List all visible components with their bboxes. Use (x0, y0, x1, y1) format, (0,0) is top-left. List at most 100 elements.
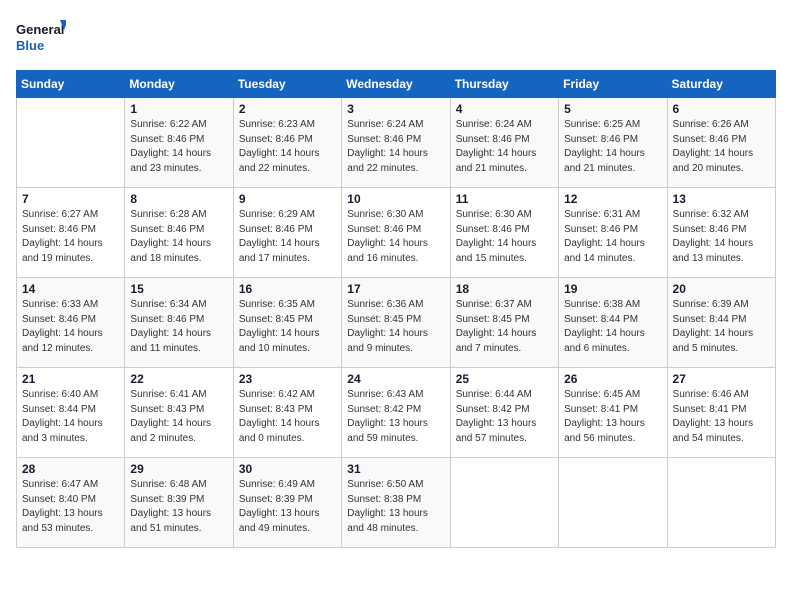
day-info: Sunrise: 6:22 AM Sunset: 8:46 PM Dayligh… (130, 118, 227, 176)
day-number: 3 (347, 102, 444, 116)
calendar-cell (667, 458, 775, 548)
day-info: Sunrise: 6:43 AM Sunset: 8:42 PM Dayligh… (347, 388, 444, 446)
col-header-thursday: Thursday (450, 71, 558, 98)
day-info: Sunrise: 6:27 AM Sunset: 8:46 PM Dayligh… (22, 208, 119, 266)
svg-text:Blue: Blue (16, 38, 44, 53)
day-number: 21 (22, 372, 119, 386)
calendar-cell: 23 Sunrise: 6:42 AM Sunset: 8:43 PM Dayli… (233, 368, 341, 458)
day-info: Sunrise: 6:47 AM Sunset: 8:40 PM Dayligh… (22, 478, 119, 536)
day-info: Sunrise: 6:50 AM Sunset: 8:38 PM Dayligh… (347, 478, 444, 536)
day-number: 24 (347, 372, 444, 386)
day-number: 30 (239, 462, 336, 476)
day-info: Sunrise: 6:42 AM Sunset: 8:43 PM Dayligh… (239, 388, 336, 446)
day-number: 7 (22, 192, 119, 206)
col-header-friday: Friday (559, 71, 667, 98)
day-number: 9 (239, 192, 336, 206)
day-number: 16 (239, 282, 336, 296)
day-number: 13 (673, 192, 770, 206)
col-header-wednesday: Wednesday (342, 71, 450, 98)
day-number: 18 (456, 282, 553, 296)
calendar-cell: 14 Sunrise: 6:33 AM Sunset: 8:46 PM Dayli… (17, 278, 125, 368)
calendar-cell: 9 Sunrise: 6:29 AM Sunset: 8:46 PM Daylig… (233, 188, 341, 278)
day-number: 10 (347, 192, 444, 206)
day-number: 15 (130, 282, 227, 296)
calendar-cell (559, 458, 667, 548)
day-number: 25 (456, 372, 553, 386)
day-info: Sunrise: 6:25 AM Sunset: 8:46 PM Dayligh… (564, 118, 661, 176)
day-info: Sunrise: 6:28 AM Sunset: 8:46 PM Dayligh… (130, 208, 227, 266)
svg-text:General: General (16, 22, 64, 37)
day-info: Sunrise: 6:24 AM Sunset: 8:46 PM Dayligh… (456, 118, 553, 176)
day-number: 31 (347, 462, 444, 476)
calendar-cell: 2 Sunrise: 6:23 AM Sunset: 8:46 PM Daylig… (233, 98, 341, 188)
day-number: 20 (673, 282, 770, 296)
day-info: Sunrise: 6:33 AM Sunset: 8:46 PM Dayligh… (22, 298, 119, 356)
day-number: 28 (22, 462, 119, 476)
calendar-cell: 28 Sunrise: 6:47 AM Sunset: 8:40 PM Dayli… (17, 458, 125, 548)
day-info: Sunrise: 6:29 AM Sunset: 8:46 PM Dayligh… (239, 208, 336, 266)
day-number: 6 (673, 102, 770, 116)
day-info: Sunrise: 6:48 AM Sunset: 8:39 PM Dayligh… (130, 478, 227, 536)
calendar-table: SundayMondayTuesdayWednesdayThursdayFrid… (16, 70, 776, 548)
day-number: 8 (130, 192, 227, 206)
day-info: Sunrise: 6:35 AM Sunset: 8:45 PM Dayligh… (239, 298, 336, 356)
calendar-cell: 26Sunrise: 6:45 AM Sunset: 8:41 PM Dayli… (559, 368, 667, 458)
day-number: 19 (564, 282, 661, 296)
calendar-cell: 16 Sunrise: 6:35 AM Sunset: 8:45 PM Dayli… (233, 278, 341, 368)
day-info: Sunrise: 6:24 AM Sunset: 8:46 PM Dayligh… (347, 118, 444, 176)
calendar-cell: 18 Sunrise: 6:37 AM Sunset: 8:45 PM Dayli… (450, 278, 558, 368)
calendar-cell: 24 Sunrise: 6:43 AM Sunset: 8:42 PM Dayli… (342, 368, 450, 458)
col-header-monday: Monday (125, 71, 233, 98)
day-info: Sunrise: 6:23 AM Sunset: 8:46 PM Dayligh… (239, 118, 336, 176)
calendar-cell: 31 Sunrise: 6:50 AM Sunset: 8:38 PM Dayli… (342, 458, 450, 548)
day-number: 22 (130, 372, 227, 386)
day-number: 4 (456, 102, 553, 116)
calendar-cell: 1 Sunrise: 6:22 AM Sunset: 8:46 PM Daylig… (125, 98, 233, 188)
calendar-cell: 17Sunrise: 6:36 AM Sunset: 8:45 PM Dayli… (342, 278, 450, 368)
col-header-saturday: Saturday (667, 71, 775, 98)
col-header-sunday: Sunday (17, 71, 125, 98)
day-info: Sunrise: 6:34 AM Sunset: 8:46 PM Dayligh… (130, 298, 227, 356)
calendar-cell (450, 458, 558, 548)
calendar-cell: 3 Sunrise: 6:24 AM Sunset: 8:46 PM Daylig… (342, 98, 450, 188)
calendar-cell: 25 Sunrise: 6:44 AM Sunset: 8:42 PM Dayli… (450, 368, 558, 458)
day-number: 27 (673, 372, 770, 386)
day-number: 29 (130, 462, 227, 476)
day-info: Sunrise: 6:44 AM Sunset: 8:42 PM Dayligh… (456, 388, 553, 446)
day-info: Sunrise: 6:32 AM Sunset: 8:46 PM Dayligh… (673, 208, 770, 266)
calendar-cell: 29 Sunrise: 6:48 AM Sunset: 8:39 PM Dayli… (125, 458, 233, 548)
day-info: Sunrise: 6:38 AM Sunset: 8:44 PM Dayligh… (564, 298, 661, 356)
day-info: Sunrise: 6:41 AM Sunset: 8:43 PM Dayligh… (130, 388, 227, 446)
calendar-cell: 20 Sunrise: 6:39 AM Sunset: 8:44 PM Dayli… (667, 278, 775, 368)
day-number: 26 (564, 372, 661, 386)
day-number: 23 (239, 372, 336, 386)
calendar-cell: 4 Sunrise: 6:24 AM Sunset: 8:46 PM Daylig… (450, 98, 558, 188)
day-number: 1 (130, 102, 227, 116)
calendar-cell: 22 Sunrise: 6:41 AM Sunset: 8:43 PM Dayli… (125, 368, 233, 458)
day-info: Sunrise: 6:49 AM Sunset: 8:39 PM Dayligh… (239, 478, 336, 536)
calendar-cell: 7 Sunrise: 6:27 AM Sunset: 8:46 PM Daylig… (17, 188, 125, 278)
calendar-cell: 6Sunrise: 6:26 AM Sunset: 8:46 PM Daylig… (667, 98, 775, 188)
calendar-cell (17, 98, 125, 188)
calendar-cell: 19 Sunrise: 6:38 AM Sunset: 8:44 PM Dayli… (559, 278, 667, 368)
day-info: Sunrise: 6:30 AM Sunset: 8:46 PM Dayligh… (347, 208, 444, 266)
day-number: 11 (456, 192, 553, 206)
page-header: General Blue (16, 16, 776, 60)
calendar-cell: 21Sunrise: 6:40 AM Sunset: 8:44 PM Dayli… (17, 368, 125, 458)
calendar-cell: 30 Sunrise: 6:49 AM Sunset: 8:39 PM Dayli… (233, 458, 341, 548)
day-info: Sunrise: 6:30 AM Sunset: 8:46 PM Dayligh… (456, 208, 553, 266)
logo: General Blue (16, 16, 66, 60)
day-number: 14 (22, 282, 119, 296)
col-header-tuesday: Tuesday (233, 71, 341, 98)
calendar-cell: 5 Sunrise: 6:25 AM Sunset: 8:46 PM Daylig… (559, 98, 667, 188)
logo-svg: General Blue (16, 16, 66, 60)
calendar-cell: 13 Sunrise: 6:32 AM Sunset: 8:46 PM Dayli… (667, 188, 775, 278)
day-info: Sunrise: 6:37 AM Sunset: 8:45 PM Dayligh… (456, 298, 553, 356)
day-number: 2 (239, 102, 336, 116)
calendar-cell: 15 Sunrise: 6:34 AM Sunset: 8:46 PM Dayli… (125, 278, 233, 368)
day-info: Sunrise: 6:39 AM Sunset: 8:44 PM Dayligh… (673, 298, 770, 356)
calendar-cell: 27Sunrise: 6:46 AM Sunset: 8:41 PM Dayli… (667, 368, 775, 458)
calendar-cell: 10 Sunrise: 6:30 AM Sunset: 8:46 PM Dayli… (342, 188, 450, 278)
day-info: Sunrise: 6:36 AM Sunset: 8:45 PM Dayligh… (347, 298, 444, 356)
day-number: 5 (564, 102, 661, 116)
